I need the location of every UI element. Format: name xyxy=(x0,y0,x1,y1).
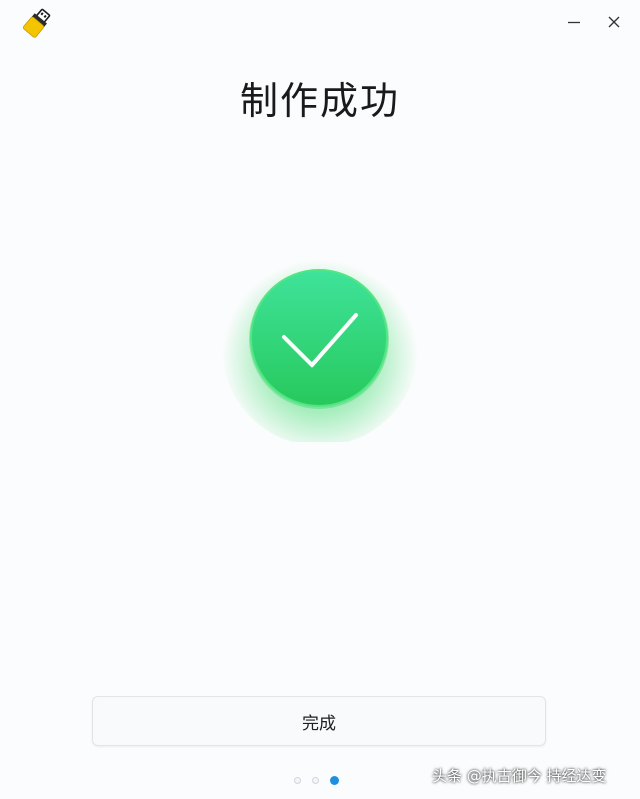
pager-dot-active[interactable] xyxy=(330,775,339,785)
close-button[interactable] xyxy=(600,8,628,36)
minimize-button[interactable] xyxy=(560,8,588,36)
close-icon xyxy=(608,16,620,28)
minimize-icon xyxy=(568,21,580,24)
step-pager xyxy=(294,774,346,786)
done-button[interactable]: 完成 xyxy=(92,696,546,746)
checkmark-circle-icon xyxy=(222,250,418,442)
usb-drive-icon xyxy=(22,8,51,38)
page-title: 制作成功 xyxy=(239,79,400,123)
installer-window: 制作成功 完成 头条 @执古御今 持经达变 xyxy=(0,0,640,799)
pager-dot[interactable] xyxy=(312,776,319,784)
watermark: 头条 @执古御今 持经达变 xyxy=(432,767,607,785)
pager-dot[interactable] xyxy=(294,776,301,784)
done-button-label: 完成 xyxy=(302,713,336,734)
